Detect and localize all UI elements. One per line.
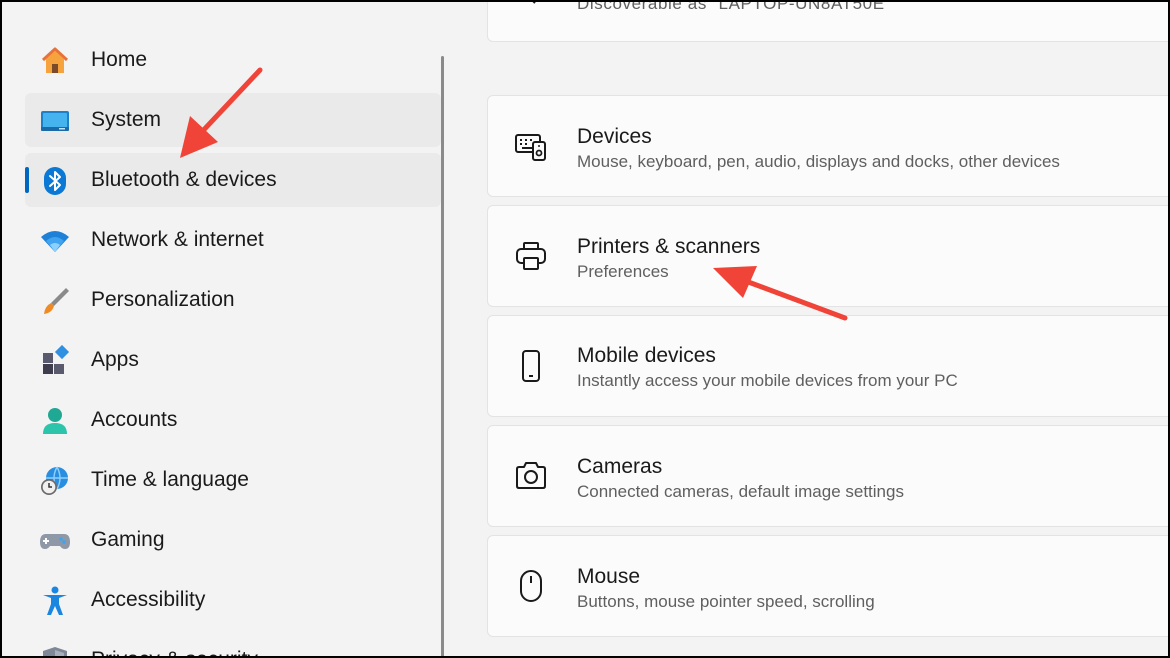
apps-icon (39, 345, 71, 377)
card-subtitle: Preferences (577, 262, 669, 281)
sidebar-item-label: Accounts (91, 408, 178, 431)
globe-clock-icon (39, 465, 71, 497)
sidebar-item-label: Apps (91, 348, 139, 371)
settings-sidebar: Home System Bluetooth & devices Network … (0, 0, 444, 658)
card-mobile-devices[interactable]: Mobile devices Instantly access your mob… (487, 315, 1170, 417)
system-icon (39, 105, 71, 137)
card-subtitle: Mouse, keyboard, pen, audio, displays an… (577, 152, 1060, 171)
chevron-icon (530, 0, 536, 4)
sidebar-item-label: Gaming (91, 528, 165, 551)
card-title: Cameras (577, 455, 663, 478)
phone-icon (514, 349, 548, 383)
card-cameras[interactable]: Cameras Connected cameras, default image… (487, 425, 1170, 527)
card-title: Mouse (577, 565, 641, 588)
card-mouse[interactable]: Mouse Buttons, mouse pointer speed, scro… (487, 535, 1170, 637)
bluetooth-discoverable-card: Discoverable as “LAPTOP-UN8AT50E” (487, 0, 1170, 42)
card-subtitle: Buttons, mouse pointer speed, scrolling (577, 592, 875, 611)
sidebar-item-label: Accessibility (91, 588, 206, 611)
card-title: Devices (577, 125, 652, 148)
sidebar-item-accessibility[interactable]: Accessibility (25, 573, 441, 627)
card-devices[interactable]: Devices Mouse, keyboard, pen, audio, dis… (487, 95, 1170, 197)
card-title: Printers & scanners (577, 235, 761, 258)
card-subtitle: Connected cameras, default image setting… (577, 482, 904, 501)
gamepad-icon (39, 525, 71, 557)
mouse-icon (514, 569, 548, 603)
sidebar-item-system[interactable]: System (25, 93, 441, 147)
wifi-icon (39, 225, 71, 257)
accounts-icon (39, 405, 71, 437)
sidebar-item-label: System (91, 108, 162, 131)
discoverable-label: Discoverable as “LAPTOP-UN8AT50E” (577, 0, 891, 13)
printer-icon (514, 239, 548, 273)
sidebar-item-label: Time & language (91, 468, 249, 491)
sidebar-item-gaming[interactable]: Gaming (25, 513, 441, 567)
sidebar-item-bluetooth-devices[interactable]: Bluetooth & devices (25, 153, 441, 207)
sidebar-item-label: Privacy & security (91, 648, 258, 658)
sidebar-item-privacy-security[interactable]: Privacy & security (25, 633, 441, 658)
sidebar-item-label: Home (91, 48, 148, 71)
sidebar-scrollbar[interactable] (441, 56, 444, 658)
card-subtitle: Instantly access your mobile devices fro… (577, 371, 958, 390)
home-icon (39, 45, 71, 77)
sidebar-item-accounts[interactable]: Accounts (25, 393, 441, 447)
accessibility-icon (39, 585, 71, 617)
sidebar-item-personalization[interactable]: Personalization (25, 273, 441, 327)
sidebar-item-apps[interactable]: Apps (25, 333, 441, 387)
card-printers-scanners[interactable]: Printers & scanners Preferences (487, 205, 1170, 307)
selection-indicator (25, 167, 29, 193)
sidebar-item-time-language[interactable]: Time & language (25, 453, 441, 507)
sidebar-item-network[interactable]: Network & internet (25, 213, 441, 267)
devices-icon (514, 129, 548, 163)
sidebar-item-label: Bluetooth & devices (91, 168, 277, 191)
bluetooth-icon (39, 165, 71, 197)
paintbrush-icon (39, 285, 71, 317)
shield-icon (39, 645, 71, 658)
camera-icon (514, 459, 548, 493)
card-title: Mobile devices (577, 344, 716, 367)
sidebar-item-label: Personalization (91, 288, 235, 311)
sidebar-item-home[interactable]: Home (25, 33, 441, 87)
sidebar-item-label: Network & internet (91, 228, 264, 251)
